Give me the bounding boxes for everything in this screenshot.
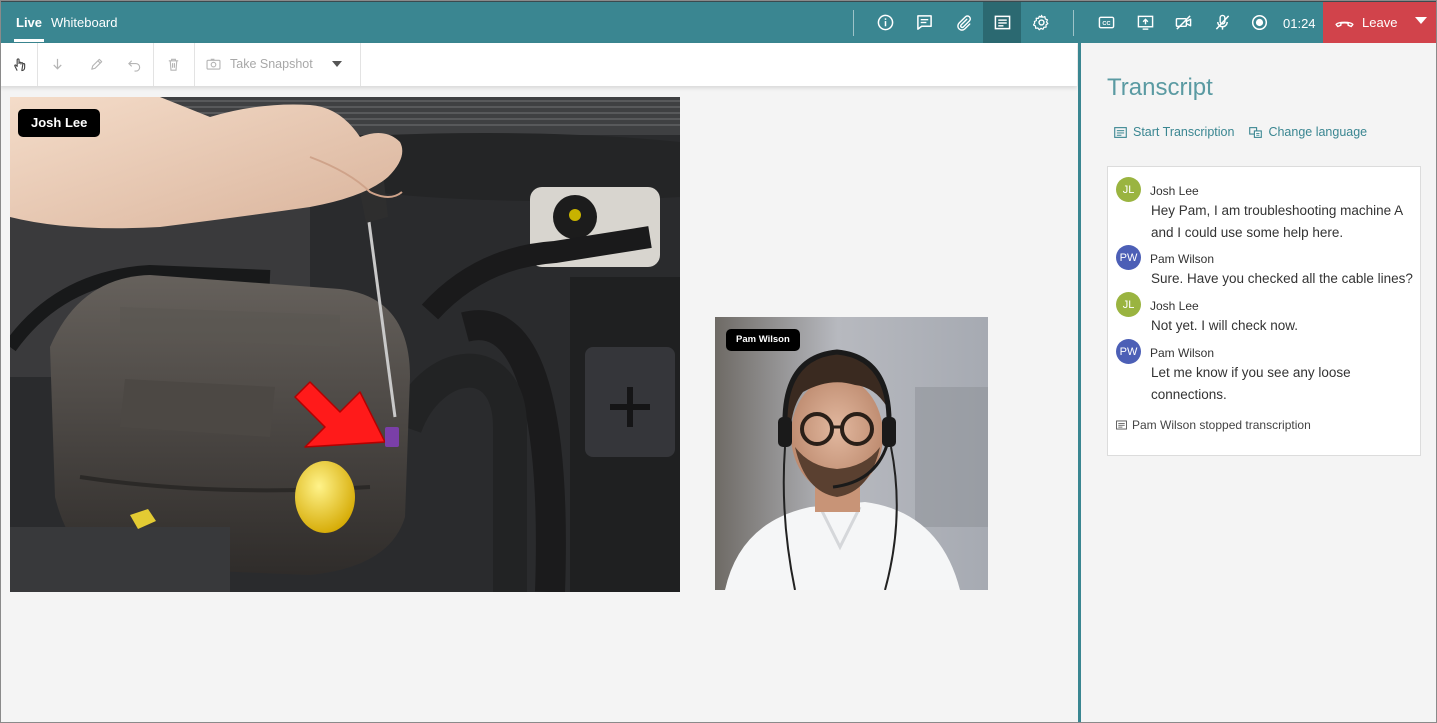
top-bar: Live Whiteboard CC 01:24 Leave <box>0 0 1437 43</box>
avatar: JL <box>1116 177 1141 202</box>
avatar: PW <box>1116 245 1141 270</box>
tab-whiteboard[interactable]: Whiteboard <box>51 15 117 30</box>
snapshot-dropdown-caret[interactable] <box>332 61 342 67</box>
change-language-button[interactable]: Change language <box>1249 125 1367 139</box>
share-screen-icon[interactable] <box>1126 2 1164 43</box>
transcription-status: Pam Wilson stopped transcription <box>1116 418 1311 432</box>
transcript-actions: Start Transcription Change language <box>1114 125 1382 139</box>
speaker-name: Josh Lee <box>1150 299 1199 313</box>
transcript-icon[interactable] <box>983 2 1021 43</box>
record-icon[interactable] <box>1240 2 1278 43</box>
download-icon[interactable] <box>38 43 76 86</box>
leave-menu-caret[interactable] <box>1415 17 1427 24</box>
translate-icon <box>1249 126 1263 138</box>
transcript-text: Not yet. I will check now. <box>1151 318 1299 333</box>
start-transcription-button[interactable]: Start Transcription <box>1114 125 1234 139</box>
svg-text:CC: CC <box>1102 21 1110 27</box>
engine-video-frame <box>10 97 680 592</box>
tab-live[interactable]: Live <box>13 15 45 42</box>
leave-button[interactable]: Leave <box>1323 2 1437 43</box>
transcript-icon <box>1116 420 1127 430</box>
transcript-text: Let me know if you see any loose connect… <box>1151 365 1351 402</box>
mic-off-icon[interactable] <box>1203 2 1241 43</box>
transcript-text: Hey Pam, I am troubleshooting machine A … <box>1151 203 1403 240</box>
transcript-panel: Transcript Start Transcription Change la… <box>1081 43 1437 723</box>
delete-icon[interactable] <box>154 43 192 86</box>
chat-icon[interactable] <box>905 2 943 43</box>
toolbar-divider <box>853 10 854 36</box>
toolbar-divider <box>1073 10 1074 36</box>
undo-icon[interactable] <box>115 43 153 86</box>
speaker-name: Josh Lee <box>1150 184 1199 198</box>
start-transcription-label: Start Transcription <box>1133 125 1235 139</box>
take-snapshot-button[interactable]: Take Snapshot <box>206 57 313 71</box>
hang-up-icon <box>1335 21 1354 27</box>
transcript-text: Sure. Have you checked all the cable lin… <box>1151 271 1413 286</box>
call-timer: 01:24 <box>1283 16 1316 31</box>
attachment-icon[interactable] <box>944 2 982 43</box>
camera-off-icon[interactable] <box>1164 2 1202 43</box>
captions-icon[interactable]: CC <box>1087 2 1125 43</box>
info-icon[interactable] <box>866 2 904 43</box>
avatar: PW <box>1116 339 1141 364</box>
change-language-label: Change language <box>1268 125 1368 139</box>
pointer-icon[interactable] <box>0 43 38 86</box>
avatar: JL <box>1116 292 1141 317</box>
take-snapshot-label: Take Snapshot <box>230 57 313 71</box>
transcript-list: JL Josh Lee Hey Pam, I am troubleshootin… <box>1107 166 1421 456</box>
leave-label: Leave <box>1362 15 1398 30</box>
participant-name-tag: Pam Wilson <box>726 329 800 351</box>
camera-icon <box>206 58 221 70</box>
annotation-toolbar: Take Snapshot <box>0 43 1077 86</box>
speaker-name: Pam Wilson <box>1150 252 1215 266</box>
pen-icon[interactable] <box>77 43 115 86</box>
transcript-icon <box>1114 126 1127 138</box>
participant-video[interactable]: Pam Wilson <box>715 317 988 590</box>
participant-name-tag: Josh Lee <box>18 109 101 137</box>
pam-wilson-video-frame <box>715 317 988 590</box>
main-video[interactable]: Josh Lee <box>10 97 680 592</box>
speaker-name: Pam Wilson <box>1150 346 1215 360</box>
status-text: Pam Wilson stopped transcription <box>1132 418 1311 432</box>
panel-title: Transcript <box>1107 74 1213 101</box>
settings-icon[interactable] <box>1022 2 1060 43</box>
